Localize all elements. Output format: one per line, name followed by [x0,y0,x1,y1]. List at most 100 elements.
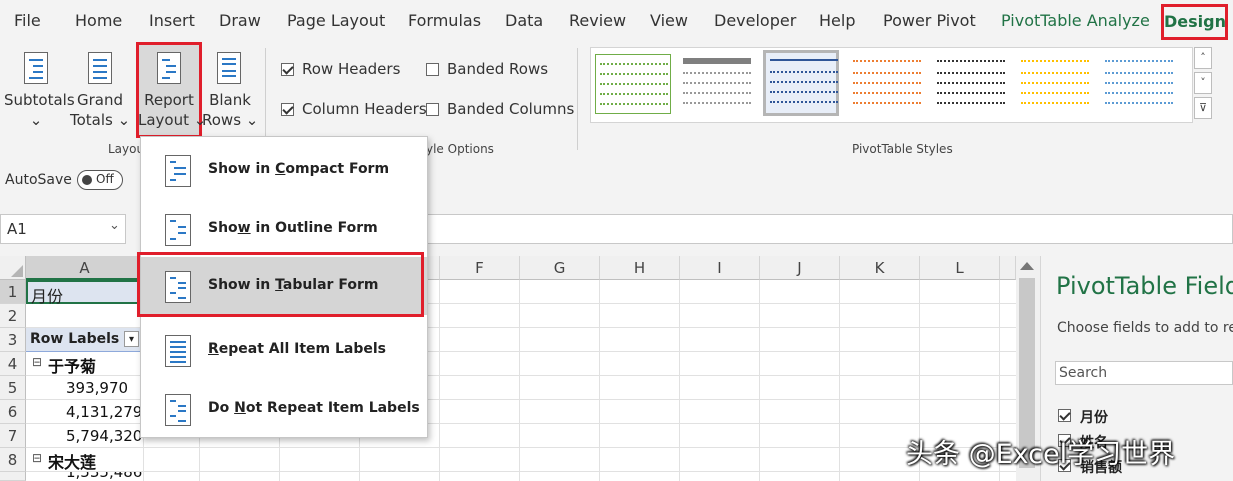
row-labels-text: Row Labels [30,331,120,347]
field-pane-subtitle: Choose fields to add to rep [1057,320,1233,336]
column-header-h[interactable]: H [600,256,680,280]
cell-a1[interactable]: 月份 [26,280,144,306]
tab-view[interactable]: View [650,11,688,30]
tab-data[interactable]: Data [505,11,543,30]
tab-formulas[interactable]: Formulas [408,11,481,30]
ribbon-separator [577,48,578,150]
row-headers-checkbox[interactable] [281,63,294,76]
blank-rows-button[interactable]: Blank Rows ⌄ [202,90,258,130]
tab-help[interactable]: Help [819,11,855,30]
grid-line [759,280,760,481]
name-box-value: A1 [7,220,27,238]
tab-power-pivot[interactable]: Power Pivot [883,11,976,30]
menu-item-repeat-labels[interactable]: Repeat All Item Labels [141,321,427,379]
do-not-repeat-labels-icon [165,394,191,426]
column-header-i[interactable]: I [680,256,760,280]
name-box[interactable]: A1 ⌄ [0,214,126,244]
subtotals-button[interactable]: Subtotals ⌄ [4,90,75,130]
gallery-scroll-up-button[interactable]: ˄ [1194,47,1212,69]
row-header-8[interactable]: 8 [0,448,26,472]
grand-totals-icon [88,52,112,84]
tab-page-layout[interactable]: Page Layout [287,11,385,30]
grid-line [519,280,520,481]
grid-line [26,471,1016,472]
blank-rows-label-1: Blank [209,91,251,109]
field-checkbox[interactable] [1058,409,1071,422]
column-header-l[interactable]: L [920,256,1000,280]
gallery-more-button[interactable]: ⊽ [1194,97,1212,119]
cell-a9-text: 1,535,486 [66,472,143,481]
chevron-down-icon[interactable]: ⌄ [109,218,120,233]
autosave-label: AutoSave [5,172,72,188]
style-swatch-blue-selected[interactable] [763,50,839,116]
style-swatch-yellow[interactable] [1017,54,1093,114]
field-search-placeholder: Search [1059,365,1108,381]
grand-totals-label-1: Grand [76,91,123,109]
column-header-f[interactable]: F [440,256,520,280]
report-layout-button[interactable]: Report Layout ⌄ [138,90,207,130]
report-layout-icon [157,52,181,84]
gallery-scroll-down-button[interactable]: ˅ [1194,72,1212,94]
row-header-3[interactable]: 3 [0,328,26,352]
collapse-icon[interactable]: ⊟ [32,451,42,465]
banded-rows-checkbox[interactable] [426,63,439,76]
style-swatch-dark[interactable] [933,54,1009,114]
cell-a3[interactable]: Row Labels ▾ [26,328,144,352]
tab-home[interactable]: Home [75,11,122,30]
style-swatch-orange[interactable] [849,54,925,114]
subtotals-label-2: ⌄ [29,111,43,129]
menu-item-compact-form[interactable]: Show in Compact Form [141,141,427,199]
grid-line [679,280,680,481]
autosave-toggle[interactable]: Off [77,170,123,190]
column-headers-checkbox[interactable] [281,103,294,116]
menu-item-outline-form[interactable]: Show in Outline Form [141,200,427,258]
tab-pivottable-analyze[interactable]: PivotTable Analyze [1001,11,1150,30]
style-swatch-light-blue[interactable] [1101,54,1177,114]
layout-group-label: Layou [108,142,145,156]
autosave-state: Off [96,172,114,186]
row-header-9[interactable] [0,472,26,481]
tab-review[interactable]: Review [569,11,626,30]
tab-design[interactable]: Design [1161,4,1228,40]
select-all-corner[interactable] [0,256,26,280]
tab-insert[interactable]: Insert [149,11,195,30]
column-header-k[interactable]: K [840,256,920,280]
banded-columns-label: Banded Columns [447,100,575,118]
cell-a7-text: 5,794,320 [66,427,143,445]
grand-totals-button[interactable]: Grand Totals ⌄ [70,90,130,130]
do-not-repeat-labels-label: Do Not Repeat Item Labels [208,400,420,416]
row-header-2[interactable]: 2 [0,304,26,328]
tabular-form-highlight [137,252,424,317]
repeat-labels-label: Repeat All Item Labels [208,341,386,357]
tab-draw[interactable]: Draw [219,11,261,30]
banded-rows-label: Banded Rows [447,60,549,78]
tab-developer[interactable]: Developer [714,11,796,30]
field-label: 月份 [1080,410,1108,426]
style-swatch-green[interactable] [595,54,671,114]
row-header-6[interactable]: 6 [0,400,26,424]
cell-a8-text: 宋大莲 [48,453,97,472]
compact-form-icon [165,155,191,187]
report-layout-label-1: Report [144,91,194,109]
banded-columns-checkbox[interactable] [426,103,439,116]
filter-dropdown-icon[interactable]: ▾ [124,331,139,347]
column-header-g[interactable]: G [520,256,600,280]
scroll-up-icon[interactable] [1020,262,1034,270]
report-layout-label-2: Layout ⌄ [138,111,207,129]
column-header-a[interactable]: A [26,256,144,280]
tab-file[interactable]: File [14,11,41,30]
cell-a4-text: 于予菊 [48,357,97,376]
row-header-7[interactable]: 7 [0,424,26,448]
row-header-4[interactable]: 4 [0,352,26,376]
collapse-icon[interactable]: ⊟ [32,355,42,369]
field-item-month[interactable]: 月份 [1058,405,1233,427]
row-header-5[interactable]: 5 [0,376,26,400]
menu-item-do-not-repeat-labels[interactable]: Do Not Repeat Item Labels [141,380,427,438]
style-swatch-gray[interactable] [679,54,755,114]
column-header-j[interactable]: J [760,256,840,280]
field-search-input[interactable]: Search [1055,361,1233,385]
grand-totals-label-2: Totals ⌄ [70,111,131,129]
column-header-m[interactable] [1000,256,1016,280]
row-header-1[interactable]: 1 [0,280,26,304]
grid-line [439,280,440,481]
